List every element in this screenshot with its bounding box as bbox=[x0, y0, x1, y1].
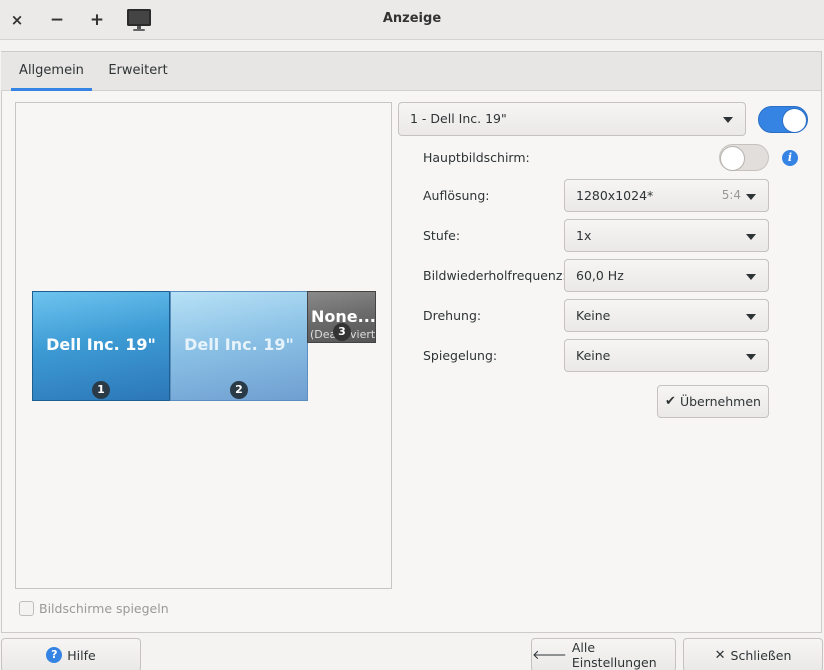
all-settings-button-label: Alle Einstellungen bbox=[571, 640, 657, 670]
chevron-down-icon bbox=[723, 117, 733, 123]
display-select[interactable]: 1 - Dell Inc. 19" bbox=[398, 102, 746, 136]
rotation-value: Keine bbox=[576, 308, 611, 323]
chevron-down-icon bbox=[746, 234, 756, 240]
chevron-down-icon bbox=[746, 314, 756, 320]
display-select-value: 1 - Dell Inc. 19" bbox=[410, 111, 507, 126]
chevron-down-icon bbox=[746, 354, 756, 360]
toggle-knob bbox=[720, 146, 745, 171]
help-icon: ? bbox=[46, 647, 63, 663]
resolution-label: Auflösung: bbox=[423, 188, 490, 203]
monitor-2-number-badge: 2 bbox=[230, 381, 248, 399]
title-bar: × − + Anzeige bbox=[0, 0, 824, 40]
monitor-3-preview[interactable]: None... (Deaktiviert) 3 bbox=[307, 291, 376, 343]
mirror-displays-checkbox[interactable] bbox=[19, 600, 34, 616]
mirror-displays-label: Bildschirme spiegeln bbox=[39, 600, 169, 616]
tab-allgemein[interactable]: Allgemein bbox=[11, 52, 92, 91]
scale-label: Stufe: bbox=[423, 228, 461, 243]
window-title: Anzeige bbox=[382, 11, 442, 26]
display-enabled-toggle[interactable] bbox=[758, 106, 808, 133]
close-button[interactable]: ✕ Schließen bbox=[683, 638, 823, 670]
monitor-1-number-badge: 1 bbox=[92, 381, 110, 399]
close-icon: ✕ bbox=[714, 647, 726, 663]
rotation-select[interactable]: Keine bbox=[564, 299, 769, 332]
info-icon[interactable]: i bbox=[782, 150, 798, 166]
apply-button-label: Übernehmen bbox=[679, 394, 761, 409]
monitor-1-label: Dell Inc. 19" bbox=[46, 335, 156, 354]
mirror-displays-row: Bildschirme spiegeln bbox=[19, 600, 169, 616]
chevron-down-icon bbox=[746, 194, 756, 200]
reflection-value: Keine bbox=[576, 348, 611, 363]
close-button-label: Schließen bbox=[730, 647, 792, 663]
scale-select[interactable]: 1x bbox=[564, 219, 769, 252]
resolution-value: 1280x1024* bbox=[576, 188, 654, 203]
help-button[interactable]: ? Hilfe bbox=[1, 638, 141, 670]
monitor-2-label: Dell Inc. 19" bbox=[184, 335, 294, 354]
refresh-rate-label: Bildwiederholfrequenz: bbox=[423, 268, 567, 283]
help-button-label: Hilfe bbox=[67, 647, 96, 663]
chevron-down-icon bbox=[746, 274, 756, 280]
tab-bar: Allgemein Erweitert bbox=[1, 52, 821, 91]
arrow-left-icon: 🡐 bbox=[532, 648, 567, 663]
reflection-label: Spiegelung: bbox=[423, 348, 498, 363]
primary-display-toggle[interactable] bbox=[719, 144, 769, 171]
scale-value: 1x bbox=[576, 228, 592, 243]
monitor-3-number-badge: 3 bbox=[333, 323, 351, 341]
reflection-select[interactable]: Keine bbox=[564, 339, 769, 372]
checkmark-icon: ✔ bbox=[665, 394, 676, 409]
aspect-ratio: 5:4 bbox=[721, 188, 741, 202]
all-settings-button[interactable]: 🡐 Alle Einstellungen bbox=[531, 638, 676, 670]
primary-display-label: Hauptbildschirm: bbox=[423, 150, 530, 165]
toggle-knob bbox=[782, 108, 807, 133]
apply-button[interactable]: ✔ Übernehmen bbox=[657, 385, 769, 418]
rotation-label: Drehung: bbox=[423, 308, 482, 323]
refresh-rate-value: 60,0 Hz bbox=[576, 268, 624, 283]
monitor-2-preview[interactable]: Dell Inc. 19" 2 bbox=[170, 291, 308, 401]
monitor-1-preview[interactable]: Dell Inc. 19" 1 bbox=[32, 291, 170, 401]
refresh-rate-select[interactable]: 60,0 Hz bbox=[564, 259, 769, 292]
tab-erweitert[interactable]: Erweitert bbox=[102, 52, 174, 91]
resolution-select[interactable]: 1280x1024* 5:4 bbox=[564, 179, 769, 212]
